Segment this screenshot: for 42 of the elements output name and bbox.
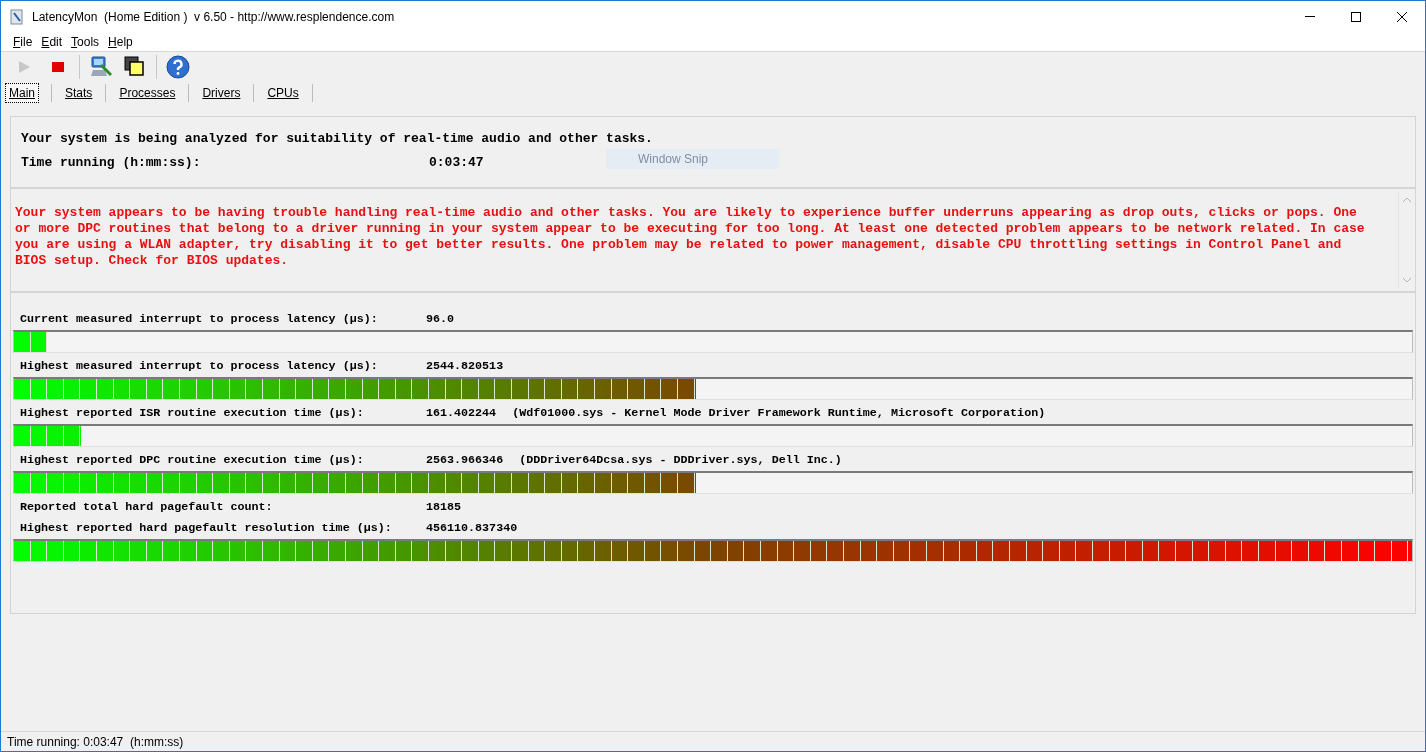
metric-value: 456110.837340 — [426, 519, 518, 537]
close-icon — [1397, 11, 1407, 22]
metric-detail: (DDDriver64Dcsa.sys - DDDriver.sys, Dell Inc.) — [519, 451, 842, 469]
metric-value: 161.402244 — [426, 404, 497, 422]
metric-value: 2544.820513 — [426, 357, 504, 375]
minimize-icon — [1305, 16, 1315, 17]
menu-item[interactable]: Help — [108, 32, 133, 51]
tab[interactable]: Main — [5, 83, 39, 103]
time-value: 0:03:47 — [429, 153, 484, 172]
status-bar-text: Time running: 0:03:47 (h:mm:ss) — [7, 733, 184, 751]
metric-label: Current measured interrupt to process latency (µs): — [20, 310, 379, 328]
toolbar-button[interactable] — [165, 54, 191, 80]
menu-item[interactable]: File — [13, 32, 33, 51]
tab[interactable]: Processes — [116, 83, 179, 103]
metric-label: Highest reported hard pagefault resolution time (µs): — [20, 519, 393, 537]
tab[interactable]: Drivers — [199, 83, 244, 103]
window-title: LatencyMon (Home Edition ) v 6.50 - http://www.resplendence.com — [32, 8, 395, 26]
play-icon — [17, 60, 31, 74]
warning-message: Your system appears to be having trouble handling real-time audio and other tasks. You are likely to experience buffer underruns appearing as drop outs, clicks or pops. One or more DPC routines that belong to a driver running in your system appear to be executing for too long. At least one detected problem appears to be network related. In case you are using a WLAN adapter, try disabling it to get better results. One problem may be related to power management, disable CPU throttling settings in Control Panel and BIOS setup. Check for BIOS updates. — [15, 205, 1366, 270]
scroll-down-icon — [1403, 278, 1411, 283]
tab[interactable]: CPUs — [264, 83, 302, 103]
menu-item[interactable]: Edit — [41, 32, 63, 51]
metric-label: Highest reported DPC routine execution time (µs): — [20, 451, 365, 469]
scroll-up-icon — [1403, 197, 1411, 202]
metric-value: 2563.966346 — [426, 451, 504, 469]
time-label: Time running (h:mm:ss): — [21, 153, 202, 172]
metric-value: 96.0 — [426, 310, 455, 328]
snip-hint: Window Snip — [606, 149, 779, 169]
help-icon — [166, 55, 190, 79]
computer-pen-icon — [89, 55, 113, 79]
metric-label: Highest reported ISR routine execution time (µs): — [20, 404, 365, 422]
overlapping-squares-icon — [123, 55, 147, 79]
status-text: Your system is being analyzed for suitability of real-time audio and other tasks. — [21, 130, 654, 148]
maximize-icon — [1351, 11, 1361, 22]
tab[interactable]: Stats — [62, 83, 96, 103]
metric-label: Reported total hard pagefault count: — [20, 498, 274, 516]
metric-label: Highest measured interrupt to process latency (µs): — [20, 357, 379, 375]
menu-item[interactable]: Tools — [71, 32, 100, 51]
metric-detail: (Wdf01000.sys - Kernel Mode Driver Framework Runtime, Microsoft Corporation) — [512, 404, 1046, 422]
app-icon — [10, 8, 24, 25]
metric-value: 18185 — [426, 498, 462, 516]
stop-icon — [52, 61, 64, 73]
